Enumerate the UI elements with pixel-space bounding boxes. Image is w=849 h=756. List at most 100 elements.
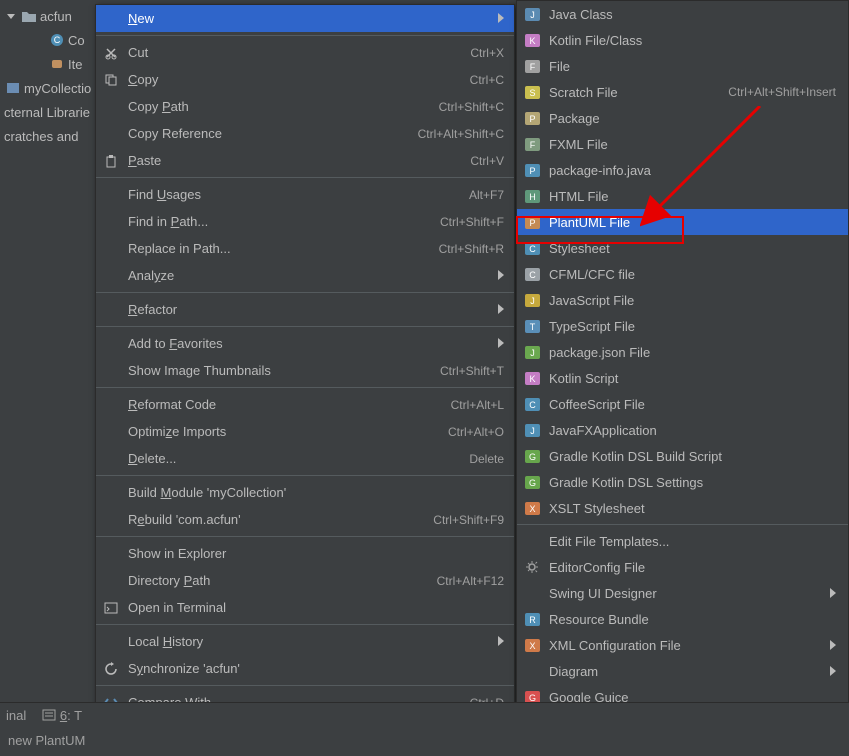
menu-item-scratch-file[interactable]: SScratch FileCtrl+Alt+Shift+Insert — [517, 79, 848, 105]
menu-separator — [517, 524, 848, 525]
menu-item-label: File — [549, 59, 836, 74]
tree-label: Ite — [68, 57, 82, 72]
menu-item-shortcut: Ctrl+Alt+Shift+Insert — [728, 85, 836, 99]
menu-item-kotlin-script[interactable]: K Kotlin Script — [517, 365, 848, 391]
menu-item-label: PlantUML File — [549, 215, 836, 230]
svg-text:K: K — [529, 374, 535, 384]
menu-item-edit-file-templates[interactable]: Edit File Templates... — [517, 528, 848, 554]
menu-item-gradle-kotlin-dsl-build-script[interactable]: GGradle Kotlin DSL Build Script — [517, 443, 848, 469]
svg-text:P: P — [529, 166, 535, 176]
menu-item-shortcut: Ctrl+Shift+F9 — [433, 513, 504, 527]
menu-item-optimize-imports[interactable]: Optimize ImportsCtrl+Alt+O — [96, 418, 514, 445]
menu-item-diagram[interactable]: Diagram — [517, 658, 848, 684]
menu-item-label: Reformat Code — [128, 397, 443, 412]
menu-item-find-in-path[interactable]: Find in Path...Ctrl+Shift+F — [96, 208, 514, 235]
menu-item-copy-reference[interactable]: Copy ReferenceCtrl+Alt+Shift+C — [96, 120, 514, 147]
blank-icon — [102, 396, 120, 414]
menu-item-xml-configuration-file[interactable]: XXML Configuration File — [517, 632, 848, 658]
menu-item-file[interactable]: FFile — [517, 53, 848, 79]
menu-item-coffeescript-file[interactable]: CCoffeeScript File — [517, 391, 848, 417]
svg-text:X: X — [529, 504, 535, 514]
menu-item-reformat-code[interactable]: Reformat Code Ctrl+Alt+L — [96, 391, 514, 418]
tree-node[interactable]: cratches and — [4, 124, 95, 148]
svg-text:G: G — [528, 693, 535, 703]
blank-icon — [523, 584, 541, 602]
toolwindow-tab[interactable]: 6: T — [42, 708, 82, 723]
tree-node[interactable]: Ite — [50, 52, 95, 76]
svg-text:C: C — [529, 270, 536, 280]
submenu-arrow-icon — [494, 302, 504, 317]
menu-item-package[interactable]: PPackage — [517, 105, 848, 131]
tree-node[interactable]: myCollectio — [4, 76, 95, 100]
menu-item-label: Optimize Imports — [128, 424, 440, 439]
submenu-arrow-icon — [494, 634, 504, 649]
submenu-arrow-icon — [494, 336, 504, 351]
menu-item-synchronize-acfun[interactable]: Synchronize 'acfun' — [96, 655, 514, 682]
class-icon: C — [50, 33, 64, 47]
menu-item-java-class[interactable]: JJava Class — [517, 1, 848, 27]
menu-item-cfml-cfc-file[interactable]: CCFML/CFC file — [517, 261, 848, 287]
menu-item-shortcut: Ctrl+Alt+L — [451, 398, 504, 412]
tree-node[interactable]: C Co — [50, 28, 95, 52]
menu-item-label: Edit File Templates... — [549, 534, 836, 549]
json-icon: J — [523, 343, 541, 361]
new-submenu[interactable]: JJava ClassKKotlin File/ClassFFileSScrat… — [516, 0, 849, 750]
menu-item-javafxapplication[interactable]: JJavaFXApplication — [517, 417, 848, 443]
menu-item-show-in-explorer[interactable]: Show in Explorer — [96, 540, 514, 567]
menu-item-label: Java Class — [549, 7, 836, 22]
project-tree[interactable]: acfun C Co Ite myCollectio cternal Libra… — [0, 0, 95, 700]
menu-item-stylesheet[interactable]: CStylesheet — [517, 235, 848, 261]
menu-item-html-file[interactable]: HHTML File — [517, 183, 848, 209]
xslt-icon: X — [523, 499, 541, 517]
toolwindow-tab[interactable]: inal — [6, 708, 26, 723]
menu-item-package-json-file[interactable]: Jpackage.json File — [517, 339, 848, 365]
menu-item-resource-bundle[interactable]: RResource Bundle — [517, 606, 848, 632]
cut-icon — [102, 44, 120, 62]
menu-item-label: Analyze — [128, 268, 486, 283]
tree-node-root[interactable]: acfun — [4, 4, 95, 28]
menu-item-replace-in-path[interactable]: Replace in Path...Ctrl+Shift+R — [96, 235, 514, 262]
menu-item-label: Diagram — [549, 664, 818, 679]
menu-separator — [96, 536, 514, 537]
menu-item-new[interactable]: New — [96, 5, 514, 32]
menu-item-plantuml-file[interactable]: PPlantUML File — [517, 209, 848, 235]
blank-icon — [523, 532, 541, 550]
menu-separator — [96, 624, 514, 625]
menu-separator — [96, 475, 514, 476]
menu-item-swing-ui-designer[interactable]: Swing UI Designer — [517, 580, 848, 606]
menu-item-package-info-java[interactable]: Ppackage-info.java — [517, 157, 848, 183]
menu-item-show-image-thumbnails[interactable]: Show Image ThumbnailsCtrl+Shift+T — [96, 357, 514, 384]
tree-node[interactable]: cternal Librarie — [4, 100, 95, 124]
menu-item-shortcut: Ctrl+C — [470, 73, 504, 87]
menu-item-cut[interactable]: CutCtrl+X — [96, 39, 514, 66]
ks-icon: K — [523, 369, 541, 387]
menu-item-rebuild-com-acfun[interactable]: Rebuild 'com.acfun'Ctrl+Shift+F9 — [96, 506, 514, 533]
menu-item-find-usages[interactable]: Find UsagesAlt+F7 — [96, 181, 514, 208]
menu-separator — [96, 177, 514, 178]
menu-item-xslt-stylesheet[interactable]: XXSLT Stylesheet — [517, 495, 848, 521]
menu-item-local-history[interactable]: Local History — [96, 628, 514, 655]
blank-icon — [102, 125, 120, 143]
menu-item-paste[interactable]: PasteCtrl+V — [96, 147, 514, 174]
menu-item-add-to-favorites[interactable]: Add to Favorites — [96, 330, 514, 357]
menu-item-delete[interactable]: Delete...Delete — [96, 445, 514, 472]
menu-item-refactor[interactable]: Refactor — [96, 296, 514, 323]
svg-text:J: J — [530, 296, 535, 306]
menu-item-directory-path[interactable]: Directory PathCtrl+Alt+F12 — [96, 567, 514, 594]
term-icon — [102, 599, 120, 617]
menu-item-analyze[interactable]: Analyze — [96, 262, 514, 289]
menu-item-editorconfig-file[interactable]: EditorConfig File — [517, 554, 848, 580]
menu-item-label: package.json File — [549, 345, 836, 360]
menu-item-typescript-file[interactable]: TTypeScript File — [517, 313, 848, 339]
menu-item-open-in-terminal[interactable]: Open in Terminal — [96, 594, 514, 621]
menu-item-copy-path[interactable]: Copy PathCtrl+Shift+C — [96, 93, 514, 120]
menu-item-javascript-file[interactable]: JJavaScript File — [517, 287, 848, 313]
menu-item-shortcut: Ctrl+Alt+F12 — [437, 574, 504, 588]
menu-item-build-module-mycollection[interactable]: Build Module 'myCollection' — [96, 479, 514, 506]
menu-item-kotlin-file-class[interactable]: KKotlin File/Class — [517, 27, 848, 53]
context-menu[interactable]: New CutCtrl+XCopyCtrl+CCopy PathCtrl+Shif… — [95, 4, 515, 756]
menu-item-label: Kotlin Script — [549, 371, 836, 386]
menu-item-copy[interactable]: CopyCtrl+C — [96, 66, 514, 93]
menu-item-fxml-file[interactable]: FFXML File — [517, 131, 848, 157]
menu-item-gradle-kotlin-dsl-settings[interactable]: GGradle Kotlin DSL Settings — [517, 469, 848, 495]
